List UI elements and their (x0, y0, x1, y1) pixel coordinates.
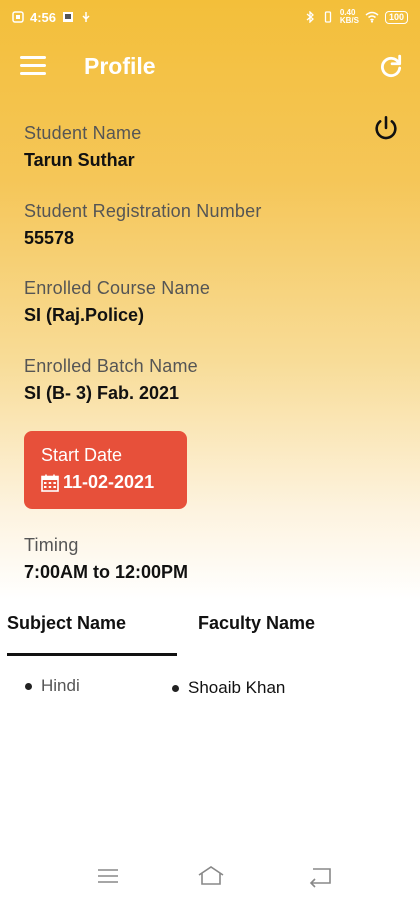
bluetooth-icon (306, 11, 314, 23)
student-name-label: Student Name (24, 123, 142, 143)
usb-icon (82, 12, 90, 22)
subject-name: Hindi (41, 676, 80, 695)
status-bar: 4:56 0.40 KB/S 100 (0, 0, 420, 34)
subject-list-item: Hindi (25, 676, 80, 696)
student-name-field: Student Name Tarun Suthar (24, 123, 141, 171)
faculty-name: Shoaib Khan (188, 678, 286, 697)
app-bar: Profile (0, 34, 420, 100)
sim-icon (12, 11, 24, 23)
registration-value: 55578 (24, 228, 75, 248)
system-nav-bar (0, 850, 420, 900)
status-time: 4:56 (30, 9, 57, 25)
page-title: Profile (84, 53, 156, 79)
tab-faculty-name[interactable]: Faculty Name (198, 613, 315, 634)
wifi-icon (365, 11, 379, 23)
batch-label: Enrolled Batch Name (24, 356, 198, 376)
course-value: SI (Raj.Police) (24, 305, 145, 325)
course-label: Enrolled Course Name (24, 278, 211, 298)
home-icon[interactable] (196, 864, 226, 888)
active-tab-indicator (7, 653, 177, 656)
batch-field: Enrolled Batch Name SI (B- 3) Fab. 2021 (24, 356, 198, 404)
subject-faculty-tabs: Subject Name Faculty Name (0, 605, 420, 657)
recents-icon[interactable] (93, 864, 123, 888)
start-date-value: 11-02-2021 (63, 472, 155, 492)
start-date-label: Start Date (41, 445, 123, 465)
registration-field: Student Registration Number 55578 (24, 201, 262, 249)
registration-label: Student Registration Number (24, 201, 262, 221)
timing-field: Timing 7:00AM to 12:00PM (24, 535, 188, 583)
course-field: Enrolled Course Name SI (Raj.Police) (24, 278, 210, 326)
student-name-value: Tarun Suthar (24, 150, 135, 170)
notification-icon (63, 12, 74, 22)
bullet-icon (172, 684, 179, 692)
faculty-list-item: Shoaib Khan (172, 678, 285, 698)
tab-subject-name[interactable]: Subject Name (7, 613, 126, 634)
timing-label: Timing (24, 535, 79, 555)
timing-value: 7:00AM to 12:00PM (24, 562, 189, 582)
battery-indicator: 100 (384, 10, 408, 24)
vibrate-icon (324, 11, 331, 23)
hamburger-menu-icon[interactable] (20, 56, 46, 78)
power-icon[interactable] (372, 115, 400, 143)
back-icon[interactable] (306, 864, 336, 888)
start-date-card: Start Date 11-02-2021 (24, 431, 187, 509)
bullet-icon (25, 682, 32, 690)
batch-value: SI (B- 3) Fab. 2021 (24, 383, 180, 403)
calendar-icon (41, 474, 59, 492)
refresh-icon[interactable] (378, 54, 404, 80)
network-speed: 0.40 KB/S (339, 8, 359, 25)
